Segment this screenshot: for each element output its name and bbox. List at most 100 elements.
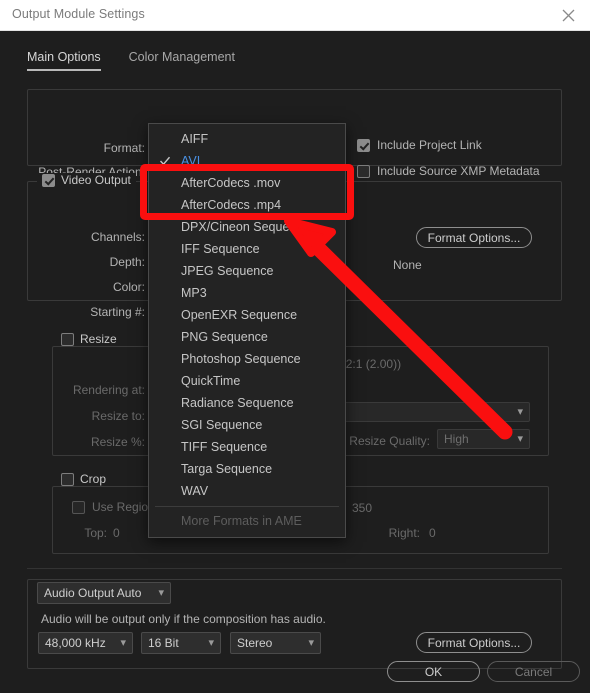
menu-item-label: AfterCodecs .mp4 [181, 198, 282, 212]
menu-item-label: PNG Sequence [181, 330, 268, 344]
menu-item-sgi-sequence[interactable]: SGI Sequence [149, 414, 345, 436]
format-label: Format: [103, 141, 145, 155]
color-label: Color: [112, 280, 145, 294]
tab-main-options[interactable]: Main Options [27, 50, 101, 71]
menu-item-label: WAV [181, 484, 209, 498]
menu-item-dpx-cineon-sequence[interactable]: DPX/Cineon Sequence [149, 216, 345, 238]
menu-item-aftercodecs-mov[interactable]: AfterCodecs .mov [149, 172, 345, 194]
ok-button[interactable]: OK [387, 661, 480, 682]
chevron-down-icon: ▾ [517, 432, 523, 445]
menu-item-more-formats-in-ame: More Formats in AME [181, 514, 302, 528]
menu-item-label: TIFF Sequence [181, 440, 268, 454]
menu-item-label: OpenEXR Sequence [181, 308, 298, 322]
resize-to-label: Resize to: [91, 409, 145, 423]
audio-bit-depth-select[interactable]: 16 Bit ▾ [141, 632, 221, 654]
menu-item-tiff-sequence[interactable]: TIFF Sequence [149, 436, 345, 458]
include-xmp-checkbox[interactable] [357, 164, 370, 178]
crop-top-value[interactable]: 0 [113, 526, 120, 540]
channels-label: Channels: [90, 230, 145, 244]
resize-to-select[interactable]: ▾ [340, 402, 530, 422]
resize-quality-value: High [444, 432, 469, 446]
menu-item-png-sequence[interactable]: PNG Sequence [149, 326, 345, 348]
menu-item-aftercodecs-mp4[interactable]: AfterCodecs .mp4 [149, 194, 345, 216]
menu-item-aiff[interactable]: AIFF [149, 128, 345, 150]
chevron-down-icon: ▾ [308, 636, 314, 649]
cancel-button[interactable]: Cancel [487, 661, 580, 682]
audio-channels-select[interactable]: Stereo ▾ [230, 632, 321, 654]
menu-item-label: SGI Sequence [181, 418, 263, 432]
include-project-link-label: Include Project Link [377, 138, 482, 152]
output-module-settings-dialog: Output Module Settings Main Options Colo… [0, 0, 590, 693]
audio-divider [27, 568, 562, 569]
window-titlebar: Output Module Settings [0, 0, 590, 31]
check-icon [160, 156, 170, 166]
resize-quality-label: Resize Quality: [349, 434, 430, 448]
resize-percent-label: Resize %: [90, 435, 145, 449]
video-format-options-value: None [393, 258, 422, 272]
menu-item-jpeg-sequence[interactable]: JPEG Sequence [149, 260, 345, 282]
chevron-down-icon: ▾ [208, 636, 214, 649]
audio-sample-rate-select[interactable]: 48,000 kHz ▾ [38, 632, 133, 654]
video-output-label: Video Output [61, 173, 131, 187]
depth-label: Depth: [109, 255, 145, 269]
crop-checkbox[interactable] [61, 472, 74, 486]
menu-item-label: AVI [181, 154, 201, 168]
menu-item-openexr-sequence[interactable]: OpenEXR Sequence [149, 304, 345, 326]
rendering-at-label: Rendering at: [72, 383, 145, 397]
tab-color-management[interactable]: Color Management [129, 50, 235, 71]
audio-output-mode-select[interactable]: Audio Output Auto ▾ [37, 582, 171, 604]
include-xmp-label: Include Source XMP Metadata [377, 164, 540, 178]
menu-item-radiance-sequence[interactable]: Radiance Sequence [149, 392, 345, 414]
close-icon[interactable] [546, 0, 590, 30]
menu-item-label: Photoshop Sequence [181, 352, 301, 366]
menu-item-iff-sequence[interactable]: IFF Sequence [149, 238, 345, 260]
menu-item-label: Targa Sequence [181, 462, 273, 476]
resize-legend[interactable]: Resize [56, 332, 122, 346]
menu-item-label: IFF Sequence [181, 242, 260, 256]
crop-top-label: Top: [84, 526, 107, 540]
tab-bar: Main Options Color Management [27, 50, 235, 71]
include-project-link-row[interactable]: Include Project Link [357, 138, 482, 152]
audio-bit-depth-value: 16 Bit [148, 636, 179, 650]
resize-quality-select[interactable]: High ▾ [437, 429, 530, 449]
menu-item-label: QuickTime [181, 374, 241, 388]
audio-channels-value: Stereo [237, 636, 273, 650]
menu-item-photoshop-sequence[interactable]: Photoshop Sequence [149, 348, 345, 370]
crop-legend[interactable]: Crop [56, 472, 112, 486]
menu-item-label: AIFF [181, 132, 209, 146]
menu-item-targa-sequence[interactable]: Targa Sequence [149, 458, 345, 480]
chevron-down-icon: ▾ [120, 636, 126, 649]
menu-item-label: Radiance Sequence [181, 396, 294, 410]
video-output-legend[interactable]: Video Output [37, 173, 136, 187]
video-output-checkbox[interactable] [42, 173, 55, 187]
menu-separator [155, 506, 339, 507]
audio-format-options-button[interactable]: Format Options... [416, 632, 532, 653]
menu-item-mp3[interactable]: MP3 [149, 282, 345, 304]
crop-left-value[interactable]: 350 [352, 501, 372, 515]
menu-item-quicktime[interactable]: QuickTime [149, 370, 345, 392]
include-project-link-checkbox[interactable] [357, 138, 370, 152]
crop-right-value[interactable]: 0 [429, 526, 436, 540]
menu-item-wav[interactable]: WAV [149, 480, 345, 502]
chevron-down-icon: ▾ [158, 586, 164, 599]
window-title: Output Module Settings [12, 7, 145, 21]
resize-label: Resize [80, 332, 117, 346]
crop-right-label: Right: [388, 526, 420, 540]
menu-item-label: JPEG Sequence [181, 264, 274, 278]
audio-output-mode-value: Audio Output Auto [44, 586, 142, 600]
include-xmp-row[interactable]: Include Source XMP Metadata [357, 164, 540, 178]
menu-item-avi[interactable]: AVI [149, 150, 345, 172]
use-region-checkbox[interactable] [72, 500, 85, 514]
menu-item-label: AfterCodecs .mov [181, 176, 281, 190]
video-format-options-button[interactable]: Format Options... [416, 227, 532, 248]
menu-bottom-padding [149, 532, 345, 537]
starting-number-label: Starting #: [90, 305, 145, 319]
audio-sample-rate-value: 48,000 kHz [45, 636, 106, 650]
chevron-down-icon: ▾ [517, 405, 523, 418]
menu-item-label: DPX/Cineon Sequence [181, 220, 310, 234]
crop-label: Crop [80, 472, 107, 486]
audio-note: Audio will be output only if the composi… [41, 612, 326, 626]
resize-checkbox[interactable] [61, 332, 74, 346]
format-dropdown-menu[interactable]: AIFF AVI AfterCodecs .mov AfterCodecs .mp4 D… [148, 123, 346, 538]
menu-item-label: MP3 [181, 286, 207, 300]
